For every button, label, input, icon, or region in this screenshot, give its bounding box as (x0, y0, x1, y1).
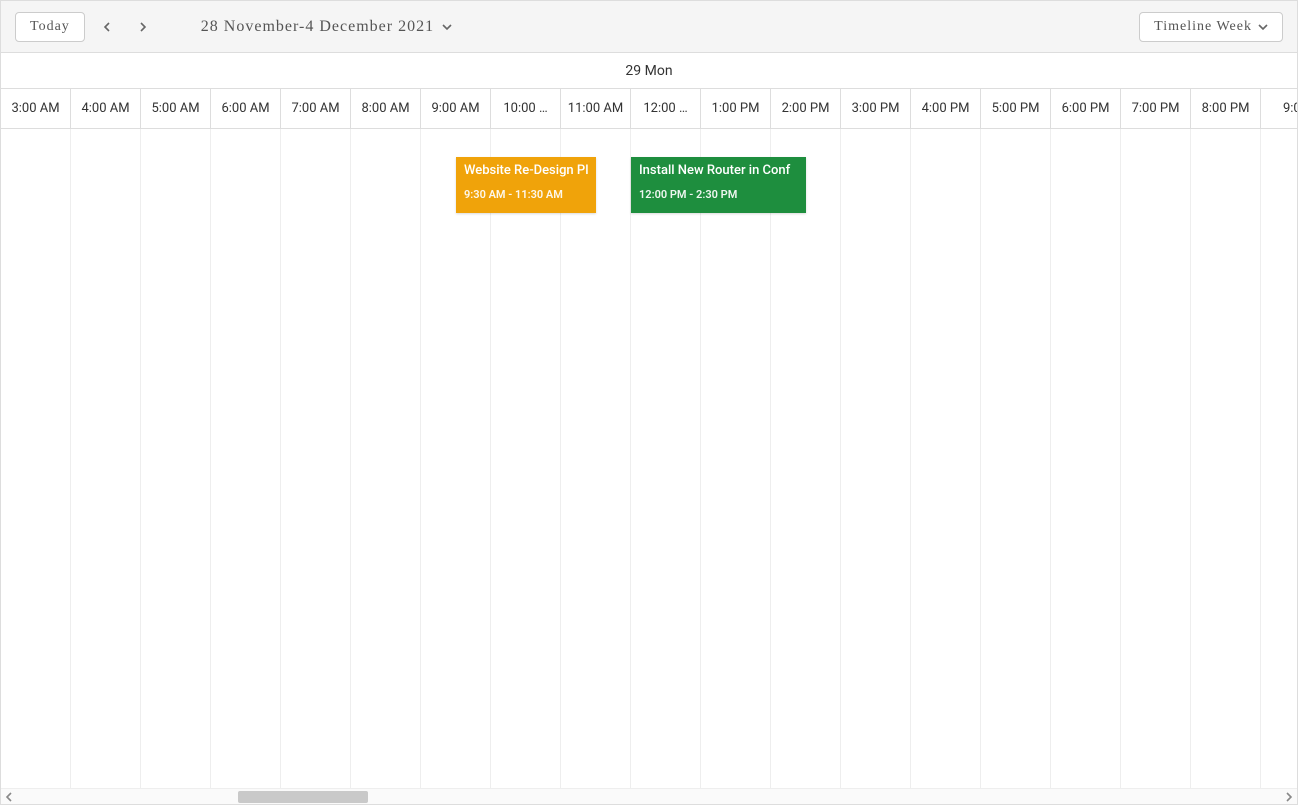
time-header-cell: 9:00 (1261, 89, 1297, 128)
grid-column (351, 129, 421, 788)
grid-column (1051, 129, 1121, 788)
grid-column (211, 129, 281, 788)
horizontal-scrollbar[interactable] (1, 788, 1297, 804)
chevron-left-icon (102, 22, 112, 32)
today-button-label: Today (30, 19, 70, 35)
scheduler: Today 28 November-4 December 2021 Timeli… (0, 0, 1298, 805)
chevron-down-icon (1258, 22, 1268, 32)
view-switcher-label: Timeline Week (1154, 19, 1252, 35)
appointment[interactable]: Install New Router in Conf 12:00 PM - 2:3… (631, 157, 806, 213)
grid-column (561, 129, 631, 788)
appointment[interactable]: Website Re-Design Plan 9:30 AM - 11:30 AM (456, 157, 596, 213)
today-button[interactable]: Today (15, 12, 85, 42)
time-header-cell: 8:00 AM (351, 89, 421, 128)
time-header-cell: 1:00 PM (701, 89, 771, 128)
time-header-cell: 9:00 AM (421, 89, 491, 128)
chevron-left-icon (4, 792, 14, 802)
chevron-right-icon (1284, 792, 1294, 802)
date-range-label: 28 November-4 December 2021 (201, 18, 434, 36)
time-header-cell: 3:00 PM (841, 89, 911, 128)
time-header-cell: 4:00 PM (911, 89, 981, 128)
prev-button[interactable] (93, 12, 121, 42)
chevron-down-icon (442, 22, 452, 32)
time-header-cell: 10:00 … (491, 89, 561, 128)
time-header-cell: 11:00 AM (561, 89, 631, 128)
grid-column (1191, 129, 1261, 788)
time-header-cell: 5:00 AM (141, 89, 211, 128)
time-header-cell: 2:00 PM (771, 89, 841, 128)
grid-columns (1, 129, 1297, 788)
grid-column (491, 129, 561, 788)
grid-column (281, 129, 351, 788)
time-header-cell: 4:00 AM (71, 89, 141, 128)
grid-column (701, 129, 771, 788)
grid-column (71, 129, 141, 788)
grid-column (421, 129, 491, 788)
scroll-left-button[interactable] (1, 789, 17, 805)
date-header: 29 Mon (1, 53, 1297, 89)
grid-column (771, 129, 841, 788)
grid-column (1261, 129, 1297, 788)
view-switcher[interactable]: Timeline Week (1139, 12, 1283, 42)
date-header-label: 29 Mon (625, 63, 672, 79)
grid-column (1121, 129, 1191, 788)
time-header-cell: 6:00 AM (211, 89, 281, 128)
time-header-cell: 8:00 PM (1191, 89, 1261, 128)
time-header: 3:00 AM4:00 AM5:00 AM6:00 AM7:00 AM8:00 … (1, 89, 1297, 129)
time-header-cell: 5:00 PM (981, 89, 1051, 128)
grid-column (841, 129, 911, 788)
scrollbar-thumb[interactable] (238, 791, 368, 803)
toolbar: Today 28 November-4 December 2021 Timeli… (1, 1, 1297, 53)
time-header-cell: 3:00 AM (1, 89, 71, 128)
grid-column (911, 129, 981, 788)
grid-column (631, 129, 701, 788)
time-header-cell: 7:00 PM (1121, 89, 1191, 128)
appointment-title: Install New Router in Conf (639, 163, 798, 178)
grid-column (1, 129, 71, 788)
time-header-cell: 12:00 … (631, 89, 701, 128)
timeline-grid[interactable]: Website Re-Design Plan 9:30 AM - 11:30 AM… (1, 129, 1297, 788)
next-button[interactable] (129, 12, 157, 42)
appointment-time: 9:30 AM - 11:30 AM (464, 188, 588, 201)
date-range-picker[interactable]: 28 November-4 December 2021 (191, 14, 462, 40)
grid-column (981, 129, 1051, 788)
chevron-right-icon (138, 22, 148, 32)
scrollbar-track[interactable] (17, 789, 1281, 804)
grid-column (141, 129, 211, 788)
appointment-title: Website Re-Design Plan (464, 163, 588, 178)
scroll-right-button[interactable] (1281, 789, 1297, 805)
appointment-time: 12:00 PM - 2:30 PM (639, 188, 798, 201)
time-header-cell: 7:00 AM (281, 89, 351, 128)
time-header-cell: 6:00 PM (1051, 89, 1121, 128)
